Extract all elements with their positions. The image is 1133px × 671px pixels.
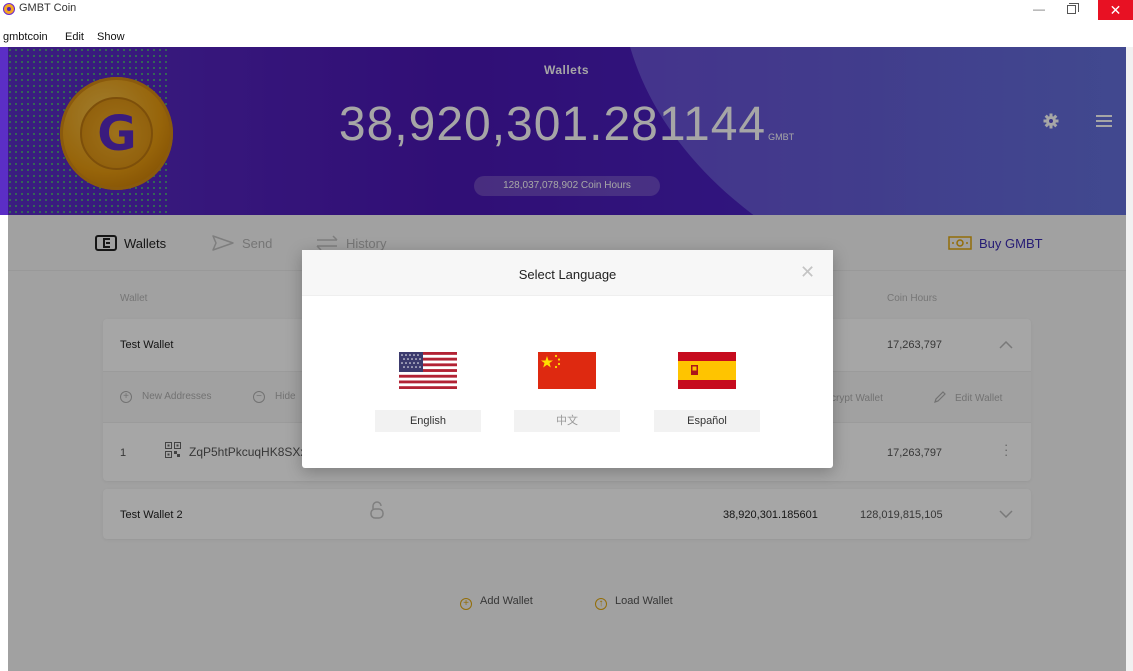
china-flag-icon [538, 352, 596, 389]
menu-bar: gmbtcoin Edit Show [0, 18, 1133, 43]
menu-show[interactable]: Show [97, 31, 125, 43]
dialog-title: Select Language [518, 267, 617, 282]
language-label: English [375, 410, 481, 432]
app-icon [3, 3, 15, 15]
window-title: GMBT Coin [19, 2, 77, 14]
restore-button[interactable] [1067, 3, 1079, 14]
language-label: Español [654, 410, 760, 432]
menu-gmbtcoin[interactable]: gmbtcoin [3, 31, 48, 43]
dialog-header: Select Language ✕ [302, 250, 833, 296]
language-label: 中文 [514, 410, 620, 432]
select-language-dialog: Select Language ✕ English 中文 Español [302, 250, 833, 468]
us-flag-icon [399, 352, 457, 389]
scrollbar[interactable] [1126, 47, 1133, 671]
spain-flag-icon [678, 352, 736, 389]
menu-edit[interactable]: Edit [65, 31, 84, 43]
close-icon[interactable]: ✕ [800, 262, 815, 283]
title-bar: GMBT Coin — ✕ [0, 0, 1133, 20]
close-window-button[interactable]: ✕ [1098, 0, 1133, 20]
minimize-button[interactable]: — [1033, 2, 1045, 16]
